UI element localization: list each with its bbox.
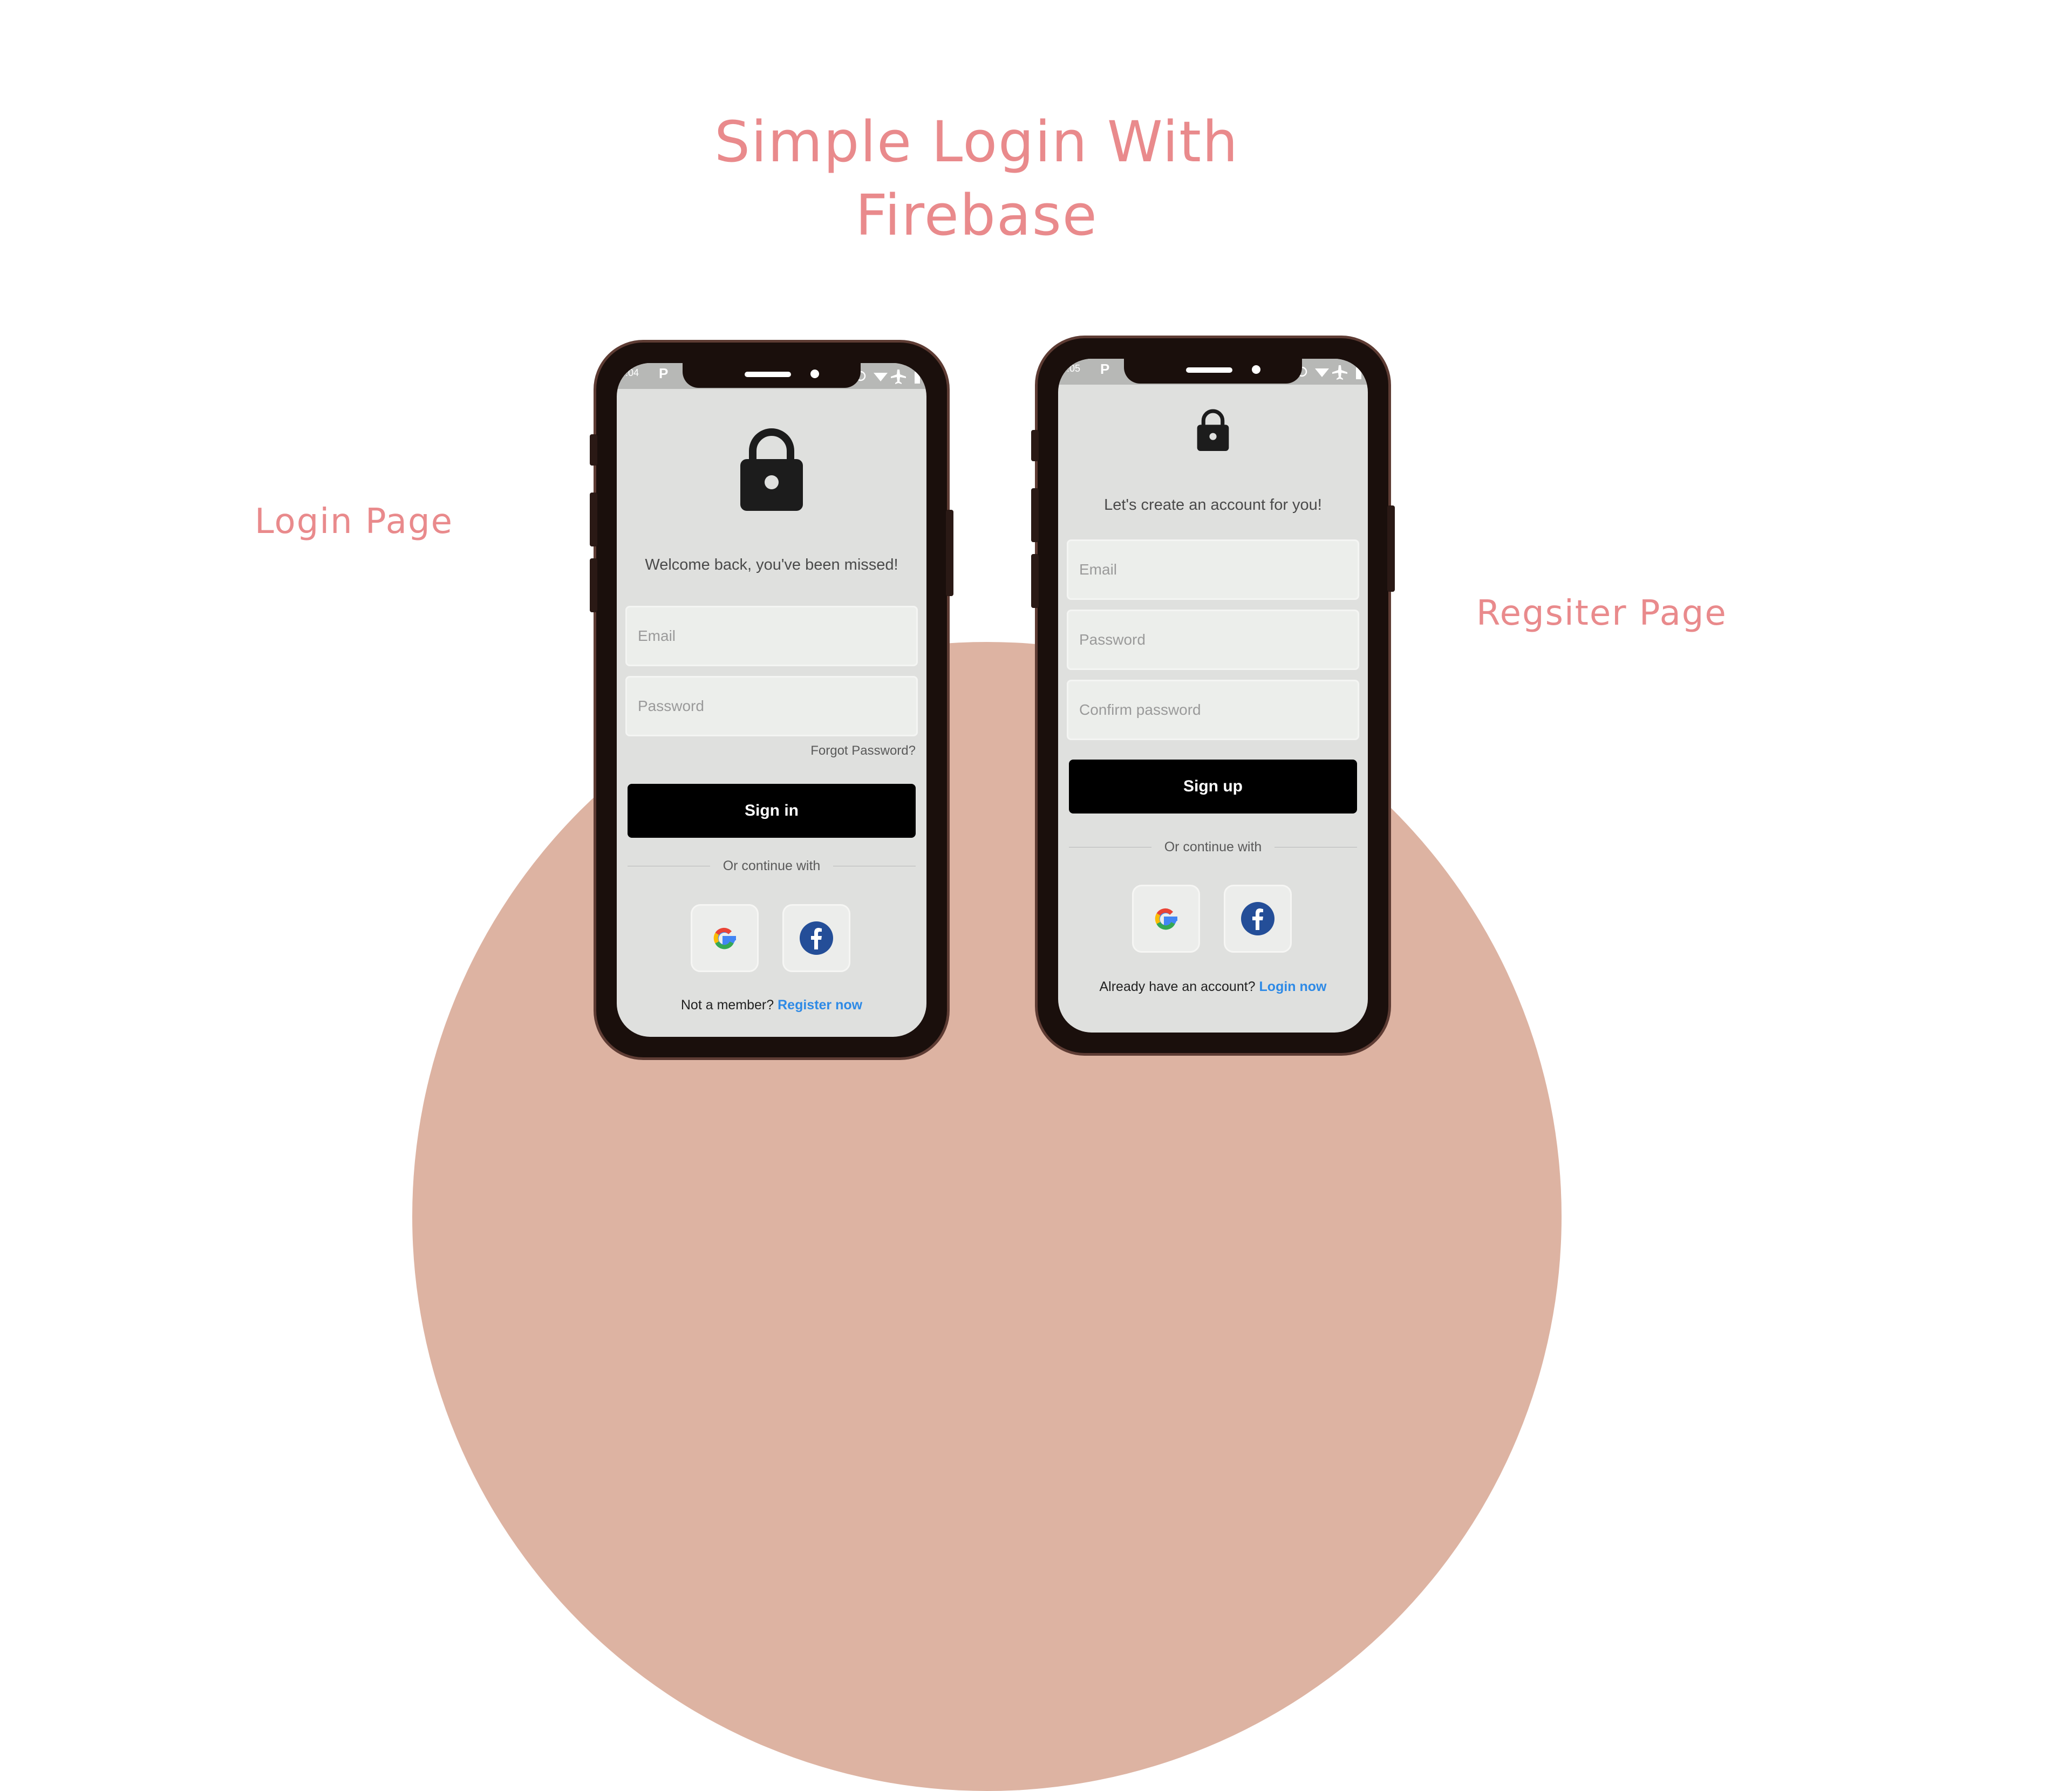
login-now-link[interactable]: Login now: [1259, 979, 1327, 994]
battery-icon: [915, 372, 920, 384]
status-icons: [855, 370, 920, 384]
battery-icon: [1356, 367, 1361, 379]
confirm-password-field[interactable]: [1067, 680, 1359, 740]
volume-down-button: [1031, 554, 1039, 608]
register-page-label: Regsiter Page: [1476, 593, 1727, 633]
status-time: 5:05: [1061, 363, 1081, 374]
sign-up-button[interactable]: Sign up: [1069, 760, 1357, 814]
sign-in-button[interactable]: Sign in: [628, 784, 916, 838]
app-notification-icon: P: [659, 365, 669, 381]
continue-divider: Or continue with: [628, 858, 916, 874]
volume-up-button: [1031, 488, 1039, 542]
facebook-sign-in-button[interactable]: [782, 904, 850, 972]
page-title-line-2: Firebase: [855, 182, 1098, 248]
front-camera: [1252, 365, 1260, 374]
register-now-link[interactable]: Register now: [778, 997, 862, 1013]
register-screen: 5:05 P Let's create an account for you! …: [1058, 359, 1368, 1033]
front-camera: [810, 370, 819, 378]
welcome-text: Welcome back, you've been missed!: [645, 556, 898, 573]
lock-icon: [1197, 409, 1229, 451]
wifi-icon: [1315, 368, 1329, 377]
facebook-icon: [1241, 902, 1274, 935]
password-field[interactable]: [625, 676, 918, 736]
login-screen: 5:04 P Welcome back, you've been missed!…: [617, 363, 926, 1037]
login-phone: 5:04 P Welcome back, you've been missed!…: [590, 340, 953, 1060]
google-icon: [713, 927, 736, 949]
mute-switch: [590, 434, 597, 466]
mute-switch: [1031, 430, 1039, 461]
status-icons: [1297, 365, 1361, 380]
create-account-text: Let's create an account for you!: [1104, 496, 1322, 514]
register-phone: 5:05 P Let's create an account for you! …: [1031, 336, 1395, 1056]
forgot-password-link[interactable]: Forgot Password?: [810, 743, 916, 758]
google-icon: [1155, 908, 1177, 930]
phone-notch: [1124, 359, 1302, 384]
google-sign-in-button[interactable]: [1132, 885, 1200, 953]
volume-up-button: [590, 493, 597, 546]
airplane-icon: [891, 370, 906, 384]
page-title-line-1: Simple Login With: [714, 109, 1239, 175]
volume-down-button: [590, 558, 597, 612]
not-member-text: Not a member?: [680, 997, 774, 1013]
login-page-label: Login Page: [255, 502, 453, 542]
divider-text: Or continue with: [1164, 839, 1262, 855]
google-sign-in-button[interactable]: [691, 904, 759, 972]
lock-icon: [740, 428, 803, 511]
app-notification-icon: P: [1100, 361, 1110, 377]
facebook-sign-in-button[interactable]: [1224, 885, 1292, 953]
facebook-icon: [800, 921, 833, 955]
email-field[interactable]: [625, 606, 918, 666]
power-button: [946, 510, 953, 596]
status-time: 5:04: [620, 367, 639, 378]
already-have-account-text: Already have an account?: [1099, 979, 1256, 994]
page-title: Simple Login With Firebase: [701, 105, 1252, 252]
divider-text: Or continue with: [723, 858, 821, 873]
login-prompt: Already have an account? Login now: [1058, 979, 1368, 995]
password-field[interactable]: [1067, 610, 1359, 670]
power-button: [1387, 505, 1395, 592]
earpiece-speaker: [745, 372, 791, 377]
register-prompt: Not a member? Register now: [617, 997, 926, 1013]
earpiece-speaker: [1186, 367, 1232, 373]
continue-divider: Or continue with: [1069, 839, 1358, 855]
phone-notch: [683, 363, 861, 388]
airplane-icon: [1332, 365, 1347, 380]
email-field[interactable]: [1067, 539, 1359, 600]
wifi-icon: [874, 373, 888, 381]
